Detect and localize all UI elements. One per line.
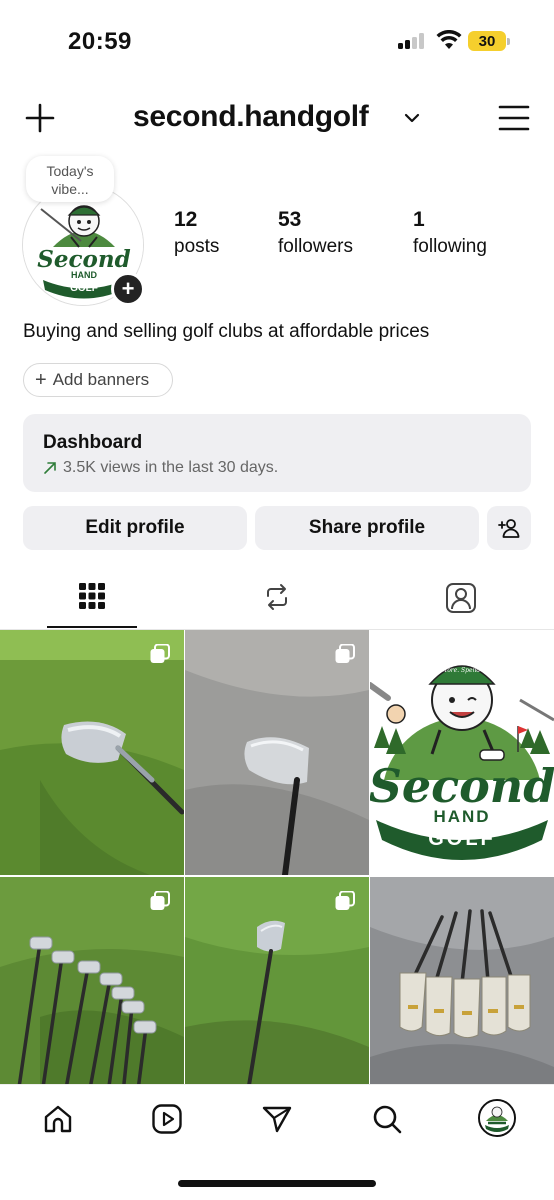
- tagged-icon: [446, 583, 476, 613]
- nav-reels[interactable]: [147, 1099, 187, 1139]
- dashboard-subtitle: 3.5K views in the last 30 days.: [63, 459, 279, 476]
- plus-icon[interactable]: [24, 102, 56, 134]
- carousel-icon: [150, 644, 170, 663]
- professional-dashboard[interactable]: Dashboard 3.5K views in the last 30 days…: [23, 414, 531, 492]
- status-time: 20:59: [68, 28, 132, 55]
- tab-tagged[interactable]: [416, 578, 506, 628]
- cellular-signal-icon: [398, 33, 426, 49]
- nav-messages[interactable]: [257, 1099, 297, 1139]
- stat-following-count: 1: [413, 208, 425, 231]
- chevron-down-icon[interactable]: [404, 112, 420, 124]
- menu-icon[interactable]: [498, 104, 530, 132]
- stat-followers-count: 53: [278, 208, 302, 231]
- search-icon: [373, 1105, 402, 1134]
- tab-posts-grid[interactable]: [47, 578, 137, 628]
- account-username[interactable]: second.handgolf: [133, 100, 369, 134]
- reels-repost-icon: [267, 584, 287, 610]
- add-banners-button[interactable]: + Add banners: [23, 363, 173, 397]
- logo-hand-text: HAND: [433, 807, 490, 826]
- stat-following[interactable]: 1 following: [413, 208, 487, 258]
- stat-posts-count: 12: [174, 208, 198, 231]
- tab-reposts[interactable]: [232, 578, 322, 628]
- home-icon: [44, 1105, 72, 1133]
- discover-people-button[interactable]: [487, 506, 531, 550]
- active-tab-indicator: [47, 626, 137, 628]
- nav-search[interactable]: [367, 1099, 407, 1139]
- battery-icon: 30: [468, 31, 510, 51]
- carousel-icon: [335, 891, 355, 910]
- trend-up-icon: [44, 462, 56, 474]
- reels-icon: [152, 1104, 182, 1134]
- stat-posts-label: posts: [174, 236, 220, 257]
- profile-bio: Buying and selling golf clubs at afforda…: [23, 321, 430, 342]
- grid-icon: [79, 583, 105, 609]
- plus-icon: +: [35, 369, 47, 391]
- share-profile-button[interactable]: Share profile: [255, 506, 479, 550]
- add-person-icon: [498, 519, 520, 538]
- edit-profile-button[interactable]: Edit profile: [23, 506, 247, 550]
- profile-header: second.handgolf: [0, 90, 554, 146]
- dashboard-insight: 3.5K views in the last 30 days.: [43, 459, 531, 477]
- stat-followers-label: followers: [278, 236, 353, 257]
- home-indicator: [178, 1180, 376, 1187]
- dashboard-title: Dashboard: [43, 432, 143, 453]
- avatar-logo-hand: HAND: [71, 270, 97, 280]
- note-bubble[interactable]: Today's vibe...: [26, 156, 114, 202]
- carousel-icon: [150, 891, 170, 910]
- stat-posts[interactable]: 12 posts: [174, 208, 219, 258]
- post-thumbnail[interactable]: [185, 877, 369, 1084]
- battery-level: 30: [468, 31, 506, 51]
- posts-grid: Play More. Spend Less. Second HAND GOLF: [0, 630, 554, 1084]
- add-story-button[interactable]: +: [111, 272, 145, 306]
- logo-second-text: Second: [370, 759, 554, 813]
- logo-cap-text: Play More. Spend Less.: [425, 667, 498, 674]
- wifi-icon: [436, 30, 462, 49]
- avatar-logo-second: Second: [37, 246, 130, 273]
- post-thumbnail[interactable]: [0, 877, 184, 1084]
- send-icon: [262, 1106, 292, 1133]
- stat-following-label: following: [413, 236, 487, 257]
- stat-followers[interactable]: 53 followers: [278, 208, 353, 258]
- avatar-logo-golf: GOLF: [70, 283, 98, 294]
- post-thumbnail[interactable]: Play More. Spend Less. Second HAND GOLF: [370, 630, 554, 875]
- status-bar: 20:59 30: [0, 0, 554, 84]
- nav-home[interactable]: [38, 1099, 78, 1139]
- add-banners-label: Add banners: [52, 370, 150, 389]
- post-thumbnail[interactable]: [0, 630, 184, 875]
- post-thumbnail[interactable]: [185, 630, 369, 875]
- logo-golf-text: GOLF: [428, 828, 496, 850]
- post-thumbnail[interactable]: [370, 877, 554, 1084]
- carousel-icon: [335, 644, 355, 663]
- nav-profile-avatar[interactable]: [478, 1099, 516, 1137]
